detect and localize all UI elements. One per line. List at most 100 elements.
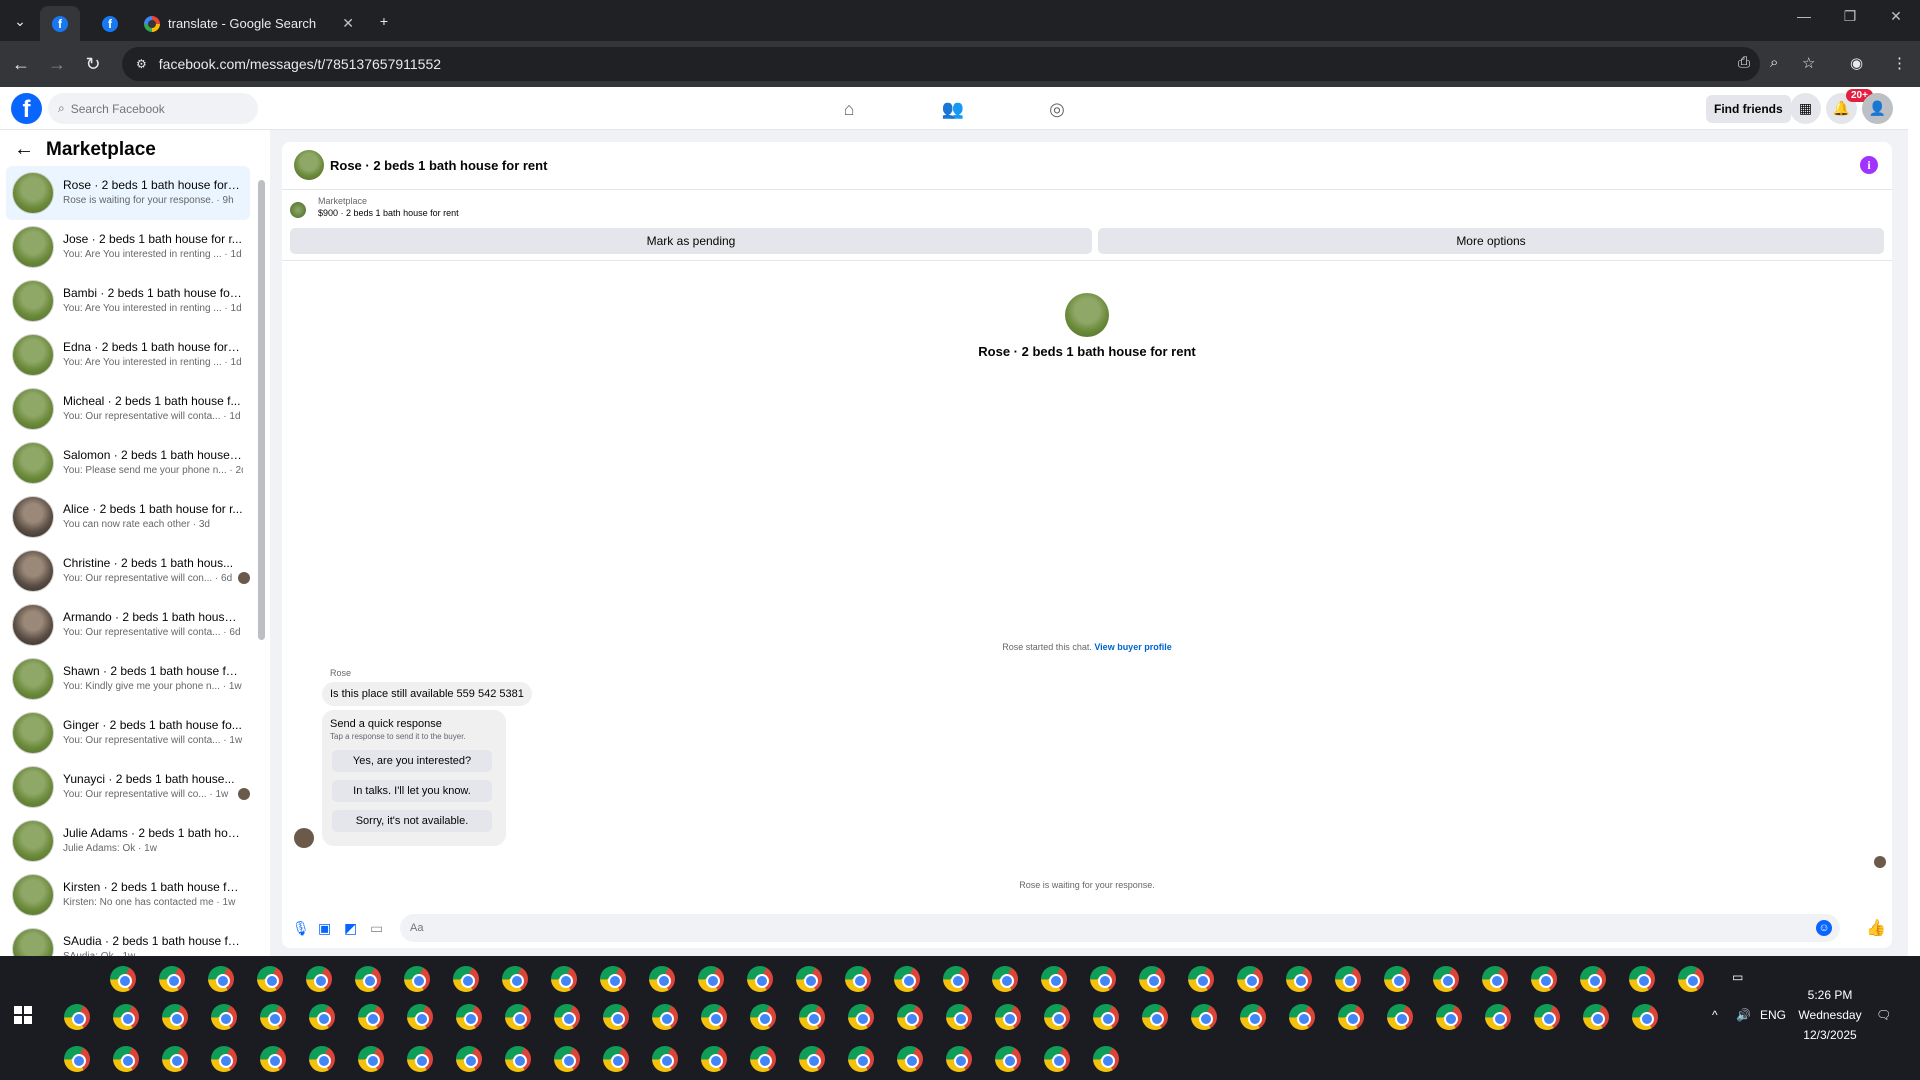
conversation-item[interactable]: Rose · 2 beds 1 bath house for r... Rose … [6, 166, 250, 220]
chrome-taskbar-icon[interactable] [995, 1004, 1021, 1030]
chrome-taskbar-icon[interactable] [1237, 966, 1263, 992]
clock-day[interactable]: Wednesday [1788, 1008, 1872, 1022]
scrollbar-thumb[interactable] [258, 180, 265, 640]
search-input[interactable] [70, 101, 231, 116]
quick-response-option[interactable]: Yes, are you interested? [332, 750, 492, 772]
chrome-taskbar-icon[interactable] [848, 1004, 874, 1030]
chrome-taskbar-icon[interactable] [649, 966, 675, 992]
thumbs-up-icon[interactable]: 👍 [1866, 918, 1886, 938]
zoom-icon[interactable]: ⌕ [1770, 54, 1778, 71]
language-indicator[interactable]: ENG [1760, 1008, 1786, 1022]
minimize-icon[interactable]: — [1782, 8, 1826, 24]
chrome-taskbar-icon[interactable] [1482, 966, 1508, 992]
facebook-logo[interactable]: f [11, 93, 42, 124]
chrome-taskbar-icon[interactable] [750, 1004, 776, 1030]
windows-start-icon[interactable] [14, 1006, 32, 1024]
chrome-taskbar-icon[interactable] [358, 1004, 384, 1030]
chrome-taskbar-icon[interactable] [1387, 1004, 1413, 1030]
gif-icon[interactable]: ▭ [370, 920, 383, 937]
chrome-taskbar-icon[interactable] [162, 1004, 188, 1030]
chrome-taskbar-icon[interactable] [1580, 966, 1606, 992]
tab-facebook-2[interactable]: f [90, 6, 130, 41]
mark-as-pending-button[interactable]: Mark as pending [290, 228, 1092, 254]
conversation-item[interactable]: Salomon · 2 beds 1 bath house ... You: Pl… [6, 436, 250, 490]
conversation-item[interactable]: Bambi · 2 beds 1 bath house for... You: A… [6, 274, 250, 328]
conversation-item[interactable]: Yunayci · 2 beds 1 bath house... You: Our… [6, 760, 250, 814]
chrome-taskbar-icon[interactable] [1188, 966, 1214, 992]
message-input[interactable] [410, 922, 1790, 934]
chrome-taskbar-icon[interactable] [701, 1004, 727, 1030]
microphone-icon[interactable]: 🎙 [292, 920, 310, 937]
emoji-icon[interactable]: ☺ [1816, 920, 1832, 936]
tab-search-chevron-icon[interactable]: ⌄ [6, 8, 34, 34]
chrome-taskbar-icon[interactable] [652, 1004, 678, 1030]
conversation-item[interactable]: Kirsten · 2 beds 1 bath house fo... Kirst… [6, 868, 250, 922]
photo-icon[interactable]: ▣ [318, 920, 331, 937]
chrome-taskbar-icon[interactable] [505, 1004, 531, 1030]
chrome-taskbar-icon[interactable] [64, 1046, 90, 1072]
chrome-taskbar-icon[interactable] [995, 1046, 1021, 1072]
chrome-taskbar-icon[interactable] [1139, 966, 1165, 992]
conversation-item[interactable]: Christine · 2 beds 1 bath hous... You: Ou… [6, 544, 250, 598]
chrome-taskbar-icon[interactable] [1433, 966, 1459, 992]
chrome-taskbar-icon[interactable] [162, 1046, 188, 1072]
tab-facebook-1[interactable]: f [40, 6, 80, 41]
site-info-icon[interactable]: ⚙ [136, 57, 147, 71]
notifications-icon[interactable]: 🗨 [1876, 1008, 1891, 1022]
chrome-taskbar-icon[interactable] [159, 966, 185, 992]
page-scrollbar[interactable] [1908, 87, 1920, 956]
chrome-taskbar-icon[interactable] [943, 966, 969, 992]
profile-icon[interactable]: ◉ [1850, 54, 1863, 72]
chrome-taskbar-icon[interactable] [505, 1046, 531, 1072]
chrome-taskbar-icon[interactable] [551, 966, 577, 992]
chrome-taskbar-icon[interactable] [603, 1046, 629, 1072]
chrome-taskbar-icon[interactable] [1286, 966, 1312, 992]
conversation-item[interactable]: Edna · 2 beds 1 bath house for r... You: … [6, 328, 250, 382]
chrome-taskbar-icon[interactable] [404, 966, 430, 992]
back-icon[interactable]: ← [8, 51, 34, 77]
close-icon[interactable]: ✕ [342, 15, 354, 32]
quick-response-option[interactable]: In talks. I'll let you know. [332, 780, 492, 802]
restore-icon[interactable]: ❐ [1828, 8, 1872, 25]
chrome-taskbar-icon[interactable] [208, 966, 234, 992]
chrome-taskbar-icon[interactable] [554, 1046, 580, 1072]
bookmark-star-icon[interactable]: ☆ [1802, 54, 1815, 72]
chrome-taskbar-icon[interactable] [110, 966, 136, 992]
chrome-taskbar-icon[interactable] [502, 966, 528, 992]
chrome-taskbar-icon[interactable] [309, 1046, 335, 1072]
new-tab-button[interactable]: + [370, 8, 398, 34]
chrome-taskbar-icon[interactable] [848, 1046, 874, 1072]
chrome-taskbar-icon[interactable] [211, 1046, 237, 1072]
chrome-taskbar-icon[interactable] [1044, 1046, 1070, 1072]
home-icon[interactable]: ⌂ [836, 96, 862, 122]
install-icon[interactable]: ⎙ [1738, 54, 1750, 71]
incoming-message[interactable]: Is this place still available 559 542 53… [322, 682, 532, 706]
chrome-taskbar-icon[interactable] [1436, 1004, 1462, 1030]
menu-grid-icon[interactable]: ▦ [1790, 93, 1821, 124]
chrome-taskbar-icon[interactable] [453, 966, 479, 992]
chrome-taskbar-icon[interactable] [1384, 966, 1410, 992]
chrome-taskbar-icon[interactable] [1678, 966, 1704, 992]
chrome-taskbar-icon[interactable] [1044, 1004, 1070, 1030]
info-icon[interactable]: i [1860, 156, 1878, 174]
more-options-button[interactable]: More options [1098, 228, 1884, 254]
chrome-taskbar-icon[interactable] [1142, 1004, 1168, 1030]
address-bar[interactable]: ⚙ facebook.com/messages/t/78513765791155… [122, 47, 1760, 81]
chrome-taskbar-icon[interactable] [64, 1004, 90, 1030]
chrome-taskbar-icon[interactable] [946, 1046, 972, 1072]
chrome-taskbar-icon[interactable] [1485, 1004, 1511, 1030]
conversation-item[interactable]: Ginger · 2 beds 1 bath house fo... You: O… [6, 706, 250, 760]
menu-kebab-icon[interactable]: ⋮ [1892, 54, 1907, 72]
sticker-icon[interactable]: ◩ [344, 920, 357, 937]
chrome-taskbar-icon[interactable] [306, 966, 332, 992]
tab-google-search[interactable]: translate - Google Search ✕ [134, 6, 362, 41]
chrome-taskbar-icon[interactable] [358, 1046, 384, 1072]
chrome-taskbar-icon[interactable] [992, 966, 1018, 992]
chrome-taskbar-icon[interactable] [796, 966, 822, 992]
conversation-item[interactable]: Jose · 2 beds 1 bath house for r... You: … [6, 220, 250, 274]
chrome-taskbar-icon[interactable] [652, 1046, 678, 1072]
chrome-taskbar-icon[interactable] [1093, 1046, 1119, 1072]
chrome-taskbar-icon[interactable] [698, 966, 724, 992]
chrome-taskbar-icon[interactable] [750, 1046, 776, 1072]
chrome-taskbar-icon[interactable] [1093, 1004, 1119, 1030]
